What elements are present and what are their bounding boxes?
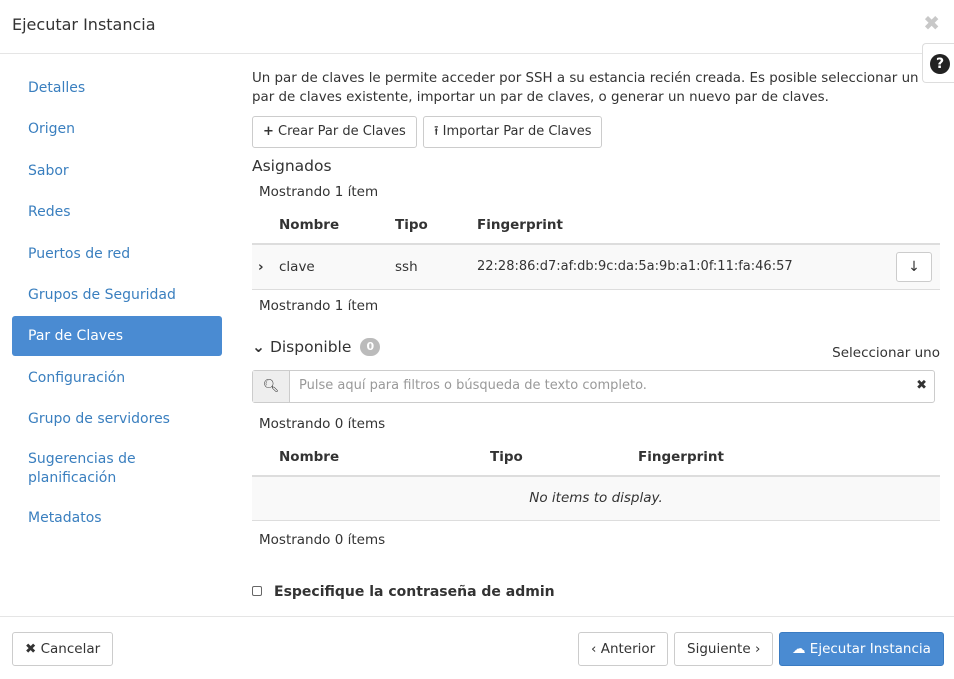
launch-label: Ejecutar Instancia	[809, 641, 931, 657]
assigned-count-bottom: Mostrando 1 ítem	[259, 297, 379, 314]
admin-password-checkbox[interactable]	[252, 586, 262, 596]
previous-button[interactable]: ‹ Anterior	[578, 632, 669, 666]
search-input[interactable]: Pulse aquí para filtros o búsqueda de te…	[299, 378, 647, 393]
import-keypair-button[interactable]: ⭱ Importar Par de Claves	[422, 116, 603, 148]
column-header-fingerprint[interactable]: Fingerprint	[638, 438, 940, 477]
modal-title: Ejecutar Instancia	[12, 15, 156, 34]
select-one-label: Seleccionar uno	[832, 344, 940, 361]
modal-header: Ejecutar Instancia ✖	[0, 0, 954, 54]
empty-row: No items to display.	[252, 475, 940, 521]
available-table: Nombre Tipo Fingerprint No items to disp…	[252, 438, 940, 521]
main-content: Un par de claves le permite acceder por …	[252, 68, 942, 548]
import-keypair-label: Importar Par de Claves	[442, 124, 592, 139]
available-count-top: Mostrando 0 ítems	[259, 415, 386, 432]
sidebar-item-origen[interactable]: Origen	[12, 109, 222, 149]
next-label: Siguiente	[687, 641, 751, 657]
search-bar[interactable]: 🔍︎ Pulse aquí para filtros o búsqueda de…	[252, 369, 935, 403]
wizard-sidebar: Detalles Origen Sabor Redes Puertos de r…	[12, 68, 222, 539]
launch-instance-button[interactable]: ☁ Ejecutar Instancia	[779, 632, 944, 666]
sidebar-item-par-claves[interactable]: Par de Claves	[12, 316, 222, 357]
sidebar-item-grupos-seguridad[interactable]: Grupos de Seguridad	[12, 275, 222, 315]
column-header-fingerprint[interactable]: Fingerprint	[477, 207, 890, 245]
chevron-right-icon: ›	[754, 641, 761, 657]
assigned-title: Asignados	[252, 157, 332, 175]
search-icon: 🔍︎	[253, 370, 290, 402]
column-header-type[interactable]: Tipo	[395, 207, 477, 245]
sidebar-item-redes[interactable]: Redes	[12, 192, 222, 232]
admin-password-label: Especifique la contraseña de admin	[274, 584, 555, 600]
assigned-table: Nombre Tipo Fingerprint › clave ssh 22:2…	[252, 207, 940, 290]
deallocate-button[interactable]: ↓	[896, 251, 932, 282]
close-icon[interactable]: ✖	[923, 11, 940, 35]
modal-footer: ✖ Cancelar ‹ Anterior Siguiente › ☁ Ejec…	[0, 616, 954, 679]
sidebar-item-sabor[interactable]: Sabor	[12, 151, 222, 191]
available-title: Disponible	[269, 337, 352, 356]
cloud-upload-icon: ☁	[792, 641, 806, 657]
next-button[interactable]: Siguiente ›	[674, 632, 774, 666]
table-row: › clave ssh 22:28:86:d7:af:db:9c:da:5a:9…	[252, 244, 940, 290]
clear-search-icon[interactable]: ✖	[916, 378, 927, 393]
close-icon: ✖	[25, 641, 37, 657]
cancel-label: Cancelar	[40, 641, 101, 657]
cancel-button[interactable]: ✖ Cancelar	[12, 632, 114, 666]
empty-message: No items to display.	[252, 475, 940, 521]
available-toggle[interactable]: ⌄ Disponible 0	[252, 337, 381, 356]
assigned-count-top: Mostrando 1 ítem	[259, 184, 379, 200]
sidebar-item-metadatos[interactable]: Metadatos	[12, 498, 222, 538]
admin-password-option: Especifique la contraseña de admin	[252, 584, 555, 600]
keypair-type: ssh	[395, 244, 477, 290]
arrow-down-icon: ↓	[908, 258, 920, 275]
available-count-bottom: Mostrando 0 ítems	[259, 532, 386, 548]
sidebar-item-configuracion[interactable]: Configuración	[12, 358, 222, 398]
sidebar-item-puertos[interactable]: Puertos de red	[12, 234, 222, 274]
chevron-right-icon[interactable]: ›	[252, 244, 279, 290]
chevron-left-icon: ‹	[591, 641, 597, 657]
keypair-fingerprint: 22:28:86:d7:af:db:9c:da:5a:9b:a1:0f:11:f…	[477, 244, 890, 290]
keypair-name: clave	[279, 244, 395, 290]
create-keypair-label: Crear Par de Claves	[278, 124, 406, 139]
previous-label: Anterior	[600, 641, 656, 657]
column-header-type[interactable]: Tipo	[490, 438, 638, 477]
create-keypair-button[interactable]: + Crear Par de Claves	[252, 116, 417, 148]
sidebar-item-sugerencias[interactable]: Sugerencias de planificación	[12, 441, 222, 497]
upload-icon: ⭱	[433, 124, 439, 139]
plus-icon: +	[263, 124, 274, 139]
sidebar-item-detalles[interactable]: Detalles	[12, 68, 222, 108]
column-header-name[interactable]: Nombre	[279, 207, 395, 245]
sidebar-item-grupo-servidores[interactable]: Grupo de servidores	[12, 399, 222, 439]
available-count-badge: 0	[360, 338, 381, 356]
chevron-down-icon: ⌄	[252, 337, 265, 356]
column-header-name[interactable]: Nombre	[279, 438, 490, 477]
description: Un par de claves le permite acceder por …	[252, 71, 919, 105]
